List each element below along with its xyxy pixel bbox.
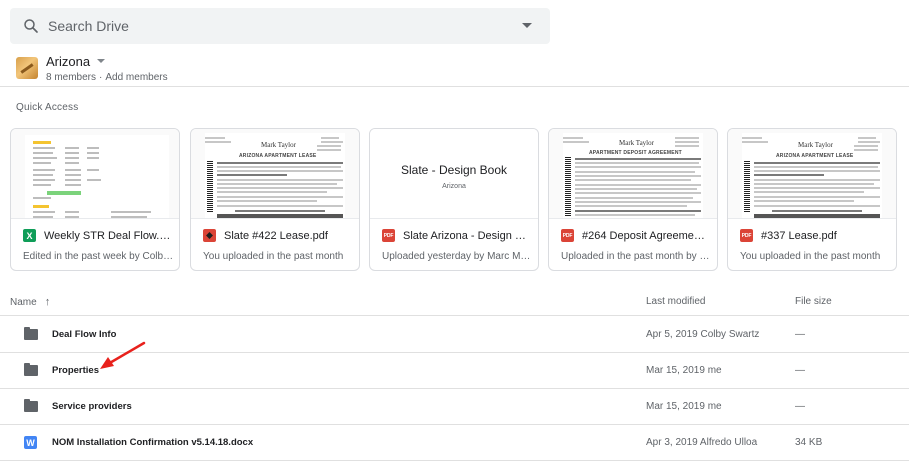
column-header-file-size[interactable]: File size	[795, 296, 832, 307]
members-count[interactable]: 8 members	[46, 72, 96, 83]
thumb-logo-text: Mark Taylor	[261, 141, 296, 149]
pdf-file-icon	[203, 229, 216, 242]
file-name[interactable]: Deal Flow Info	[52, 329, 116, 340]
file-list-header: Name ↑ Last modified File size	[0, 288, 909, 316]
quick-access-file-name: #337 Lease.pdf	[761, 229, 837, 242]
thumb-heading: APARTMENT DEPOSIT AGREEMENT	[589, 150, 682, 156]
file-last-modified: Apr 3, 2019 Alfredo Ulloa	[646, 437, 758, 448]
sheet-preview	[25, 135, 169, 218]
file-size: 34 KB	[795, 437, 823, 448]
quick-access-label: Quick Access	[16, 102, 79, 113]
file-size: —	[795, 365, 805, 376]
quick-access-name-row: PDF #337 Lease.pdf	[740, 229, 890, 242]
quick-access-row: X Weekly STR Deal Flow.xlsx Edited in th…	[10, 128, 909, 271]
table-row[interactable]: Service providers Mar 15, 2019 me —	[0, 389, 909, 425]
quick-access-activity: Uploaded in the past month by Sean	[561, 251, 713, 262]
quick-access-card[interactable]: Mark Taylor ARIZONA APARTMENT LEASE	[190, 128, 360, 271]
quick-access-activity: Edited in the past week by Colby Swartz	[23, 251, 175, 262]
quick-access-file-name: Slate Arizona - Design Book.pdf	[403, 229, 531, 242]
folder-icon	[24, 399, 38, 412]
file-thumbnail: Slate - Design Book Arizona	[370, 129, 538, 219]
file-size: —	[795, 329, 805, 340]
column-header-name[interactable]: Name ↑	[10, 296, 50, 308]
thumb-heading: ARIZONA APARTMENT LEASE	[239, 153, 317, 159]
file-name[interactable]: Properties	[52, 365, 99, 376]
quick-access-activity: Uploaded yesterday by Marc Marin	[382, 251, 534, 262]
thumb-subtitle: Arizona	[442, 183, 466, 190]
folder-icon	[24, 327, 38, 340]
shared-drive-title-row[interactable]: Arizona	[46, 54, 168, 69]
quick-access-file-name: Slate #422 Lease.pdf	[224, 229, 328, 242]
file-size: —	[795, 401, 805, 412]
members-separator: ·	[99, 71, 103, 83]
pdf-page-preview: Mark Taylor ARIZONA APARTMENT LEASE	[205, 133, 345, 218]
folder-icon	[24, 363, 38, 376]
file-name[interactable]: Service providers	[52, 401, 132, 412]
thumb-logo-text: Mark Taylor	[619, 139, 654, 147]
file-thumbnail: Mark Taylor APARTMENT DEPOSIT AGREEMENT	[549, 129, 717, 219]
quick-access-activity: You uploaded in the past month	[740, 251, 881, 262]
pdf-file-icon: PDF	[561, 229, 574, 242]
pdf-file-icon: PDF	[740, 229, 753, 242]
column-header-name-label[interactable]: Name	[10, 297, 37, 308]
shared-drive-name[interactable]: Arizona	[46, 54, 90, 69]
file-thumbnail	[11, 129, 179, 219]
pdf-page-preview: Mark Taylor APARTMENT DEPOSIT AGREEMENT	[563, 133, 703, 218]
annotation-arrow-head	[100, 357, 114, 369]
quick-access-activity: You uploaded in the past month	[203, 251, 344, 262]
sort-ascending-icon[interactable]: ↑	[45, 296, 51, 308]
search-bar[interactable]	[10, 8, 550, 44]
file-thumbnail: Mark Taylor ARIZONA APARTMENT LEASE	[191, 129, 359, 219]
quick-access-name-row: PDF #264 Deposit Agreement.pdf	[561, 229, 711, 242]
quick-access-card[interactable]: Slate - Design Book Arizona PDF Slate Ar…	[369, 128, 539, 271]
annotation-arrow-shaft	[106, 341, 146, 366]
search-input[interactable]	[48, 8, 508, 44]
table-row[interactable]: W NOM Installation Confirmation v5.14.18…	[0, 425, 909, 461]
quick-access-file-name: #264 Deposit Agreement.pdf	[582, 229, 710, 242]
quick-access-file-name: Weekly STR Deal Flow.xlsx	[44, 229, 172, 242]
annotation-arrow-icon	[100, 341, 146, 369]
file-thumbnail: Mark Taylor ARIZONA APARTMENT LEASE	[728, 129, 896, 219]
search-options-caret-icon[interactable]	[522, 23, 532, 28]
file-last-modified: Mar 15, 2019 me	[646, 365, 722, 376]
quick-access-card[interactable]: Mark Taylor ARIZONA APARTMENT LEASE	[727, 128, 897, 271]
column-header-last-modified[interactable]: Last modified	[646, 296, 705, 307]
shared-drive-header: Arizona 8 members · Add members	[16, 52, 168, 84]
add-members-link[interactable]: Add members	[105, 72, 167, 83]
shared-drive-info: Arizona 8 members · Add members	[46, 54, 168, 83]
shared-drive-members: 8 members · Add members	[46, 72, 168, 83]
file-last-modified: Apr 5, 2019 Colby Swartz	[646, 329, 760, 340]
thumb-logo-text: Mark Taylor	[798, 141, 833, 149]
quick-access-name-row: X Weekly STR Deal Flow.xlsx	[23, 229, 173, 242]
docs-file-icon: W	[24, 436, 37, 449]
pdf-page-preview: Mark Taylor ARIZONA APARTMENT LEASE	[742, 133, 882, 218]
sheets-file-icon: X	[23, 229, 36, 242]
quick-access-card[interactable]: X Weekly STR Deal Flow.xlsx Edited in th…	[10, 128, 180, 271]
shared-drive-avatar	[16, 57, 38, 79]
search-icon[interactable]	[22, 17, 40, 35]
quick-access-name-row: PDF Slate Arizona - Design Book.pdf	[382, 229, 532, 242]
file-name[interactable]: NOM Installation Confirmation v5.14.18.d…	[52, 437, 253, 448]
chevron-down-icon[interactable]	[97, 59, 106, 63]
quick-access-name-row: Slate #422 Lease.pdf	[203, 229, 353, 242]
pdf-file-icon: PDF	[382, 229, 395, 242]
thumb-heading: ARIZONA APARTMENT LEASE	[776, 153, 854, 159]
file-last-modified: Mar 15, 2019 me	[646, 401, 722, 412]
quick-access-card[interactable]: Mark Taylor APARTMENT DEPOSIT AGREEMENT	[548, 128, 718, 271]
thumb-title: Slate - Design Book	[400, 163, 508, 177]
header-divider	[0, 86, 909, 87]
